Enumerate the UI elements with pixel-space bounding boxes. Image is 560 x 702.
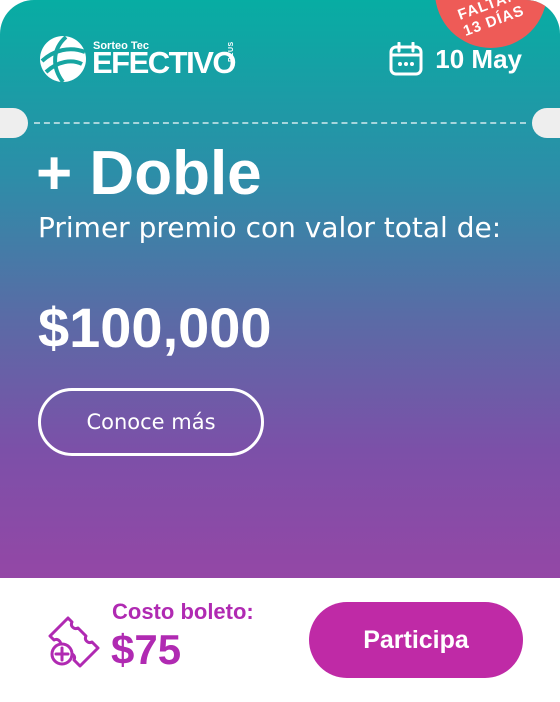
prize-amount: $100,000 [38, 296, 272, 359]
learn-more-button[interactable]: Conoce más [38, 388, 264, 456]
perforation-line [34, 122, 526, 124]
draw-date: 10 May [389, 42, 522, 76]
brand-plus-tag: PLUS [218, 41, 237, 62]
brand-plus-text: PLUS [228, 41, 235, 62]
brand-main-text: EFECTIVO [92, 45, 237, 80]
raffle-card[interactable]: FALTAN 13 DÍAS Sorteo Tec EFECTIVO PLUS [0, 0, 560, 702]
ticket-cost-label: Costo boleto: [112, 599, 254, 624]
prize-subtitle: Primer premio con valor total de: [38, 211, 502, 244]
ticket-notch-left [0, 108, 28, 138]
calendar-icon [389, 42, 423, 76]
ticket-footer: Costo boleto: $75 Participa [0, 578, 560, 702]
participate-button[interactable]: Participa [309, 602, 523, 678]
brand-wordmark: Sorteo Tec EFECTIVO [92, 36, 267, 82]
hero-panel: FALTAN 13 DÍAS Sorteo Tec EFECTIVO PLUS [0, 0, 560, 578]
ticket-add-icon [48, 616, 100, 668]
ticket-notch-right [532, 108, 560, 138]
days-left-badge: FALTAN 13 DÍAS [435, 0, 547, 48]
days-left-text: FALTAN 13 DÍAS [433, 0, 550, 48]
draw-date-text: 10 May [435, 43, 522, 74]
globe-logo-icon [40, 35, 86, 84]
ticket-cost-value: $75 [111, 626, 182, 673]
prize-headline: + Doble [36, 139, 262, 208]
